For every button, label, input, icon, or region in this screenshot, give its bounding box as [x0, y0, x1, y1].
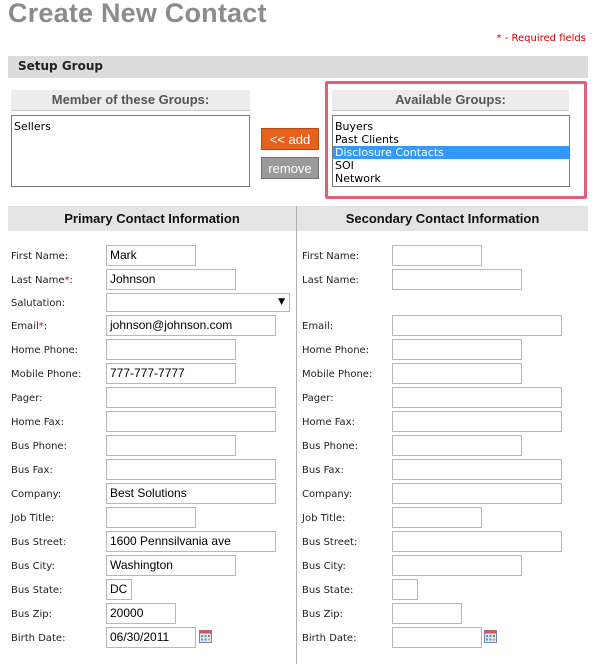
secondary-home-fax-label: Home Fax:	[302, 417, 355, 428]
page-title: Create New Contact	[8, 0, 267, 28]
member-groups-list[interactable]: Sellers	[11, 115, 250, 187]
secondary-job-title-input[interactable]	[392, 507, 482, 528]
available-groups-heading: Available Groups:	[332, 90, 569, 111]
available-group-item[interactable]: Network	[333, 172, 569, 185]
primary-bus-state-label: Bus State:	[11, 585, 63, 596]
primary-email-input[interactable]: johnson@johnson.com	[106, 315, 276, 336]
available-group-item-selected[interactable]: Disclosure Contacts	[333, 146, 569, 159]
column-divider	[296, 206, 297, 664]
primary-last-name-label-text: Last Name	[11, 275, 65, 286]
primary-bus-zip-label: Bus Zip:	[11, 609, 52, 620]
primary-company-input[interactable]: Best Solutions	[106, 483, 276, 504]
calendar-icon[interactable]	[199, 630, 212, 643]
primary-bus-zip-input[interactable]: 20000	[106, 603, 176, 624]
primary-last-name-input[interactable]: Johnson	[106, 269, 236, 290]
secondary-last-name-input[interactable]	[392, 269, 522, 290]
secondary-bus-state-input[interactable]	[392, 579, 418, 600]
member-group-item[interactable]: Sellers	[12, 120, 249, 133]
primary-home-phone-input[interactable]	[106, 339, 236, 360]
secondary-bus-zip-label: Bus Zip:	[302, 609, 343, 620]
secondary-bus-street-label: Bus Street:	[302, 537, 358, 548]
required-star: *	[38, 321, 44, 332]
secondary-bus-phone-input[interactable]	[392, 435, 522, 456]
secondary-first-name-input[interactable]	[392, 245, 482, 266]
primary-bus-fax-label: Bus Fax:	[11, 465, 53, 476]
primary-bus-fax-input[interactable]	[106, 459, 276, 480]
secondary-bus-street-input[interactable]	[392, 531, 562, 552]
available-group-item[interactable]: SOI	[333, 159, 569, 172]
available-group-item[interactable]: Buyers	[333, 120, 569, 133]
secondary-mobile-phone-label: Mobile Phone:	[302, 369, 373, 380]
secondary-last-name-label: Last Name:	[302, 275, 359, 286]
secondary-pager-input[interactable]	[392, 387, 562, 408]
primary-bus-city-label: Bus City:	[11, 561, 55, 572]
primary-last-name-label: Last Name*:	[11, 275, 73, 286]
available-groups-list[interactable]: Buyers Past Clients Disclosure Contacts …	[332, 115, 570, 187]
secondary-bus-fax-input[interactable]	[392, 459, 562, 480]
secondary-contact-heading: Secondary Contact Information	[297, 206, 588, 231]
remove-group-button[interactable]: remove	[261, 157, 319, 179]
primary-pager-input[interactable]	[106, 387, 276, 408]
primary-home-fax-input[interactable]	[106, 411, 276, 432]
secondary-home-fax-input[interactable]	[392, 411, 562, 432]
secondary-email-input[interactable]	[392, 315, 562, 336]
secondary-bus-city-label: Bus City:	[302, 561, 346, 572]
primary-company-label: Company:	[11, 489, 62, 500]
primary-bus-city-input[interactable]: Washington	[106, 555, 236, 576]
required-fields-note: * - Required fields	[496, 33, 586, 44]
secondary-mobile-phone-input[interactable]	[392, 363, 522, 384]
primary-first-name-input[interactable]: Mark	[106, 245, 196, 266]
add-group-button[interactable]: << add	[261, 128, 319, 150]
secondary-bus-zip-input[interactable]	[392, 603, 462, 624]
secondary-first-name-label: First Name:	[302, 251, 360, 262]
primary-salutation-label: Salutation:	[11, 298, 66, 309]
setup-group-heading: Setup Group	[18, 59, 103, 73]
secondary-email-label: Email:	[302, 321, 334, 332]
primary-email-label-text: Email	[11, 321, 39, 332]
secondary-company-input[interactable]	[392, 483, 562, 504]
secondary-bus-fax-label: Bus Fax:	[302, 465, 344, 476]
primary-home-phone-label: Home Phone:	[11, 345, 79, 356]
primary-job-title-label: Job Title:	[11, 513, 55, 524]
primary-birth-date-label: Birth Date:	[11, 633, 66, 644]
primary-bus-street-input[interactable]: 1600 Pennsilvania ave	[106, 531, 276, 552]
required-star: *	[64, 275, 70, 286]
secondary-company-label: Company:	[302, 489, 353, 500]
primary-job-title-input[interactable]	[106, 507, 196, 528]
primary-home-fax-label: Home Fax:	[11, 417, 64, 428]
primary-email-label: Email*:	[11, 321, 48, 332]
setup-group-bar: Setup Group	[8, 56, 588, 78]
secondary-bus-state-label: Bus State:	[302, 585, 354, 596]
primary-bus-street-label: Bus Street:	[11, 537, 67, 548]
secondary-job-title-label: Job Title:	[302, 513, 346, 524]
secondary-home-phone-label: Home Phone:	[302, 345, 370, 356]
primary-mobile-phone-label: Mobile Phone:	[11, 369, 82, 380]
secondary-birth-date-input[interactable]	[392, 627, 482, 648]
primary-first-name-label: First Name:	[11, 251, 69, 262]
member-groups-heading: Member of these Groups:	[11, 90, 250, 111]
primary-birth-date-input[interactable]: 06/30/2011	[106, 627, 196, 648]
available-group-item[interactable]: Past Clients	[333, 133, 569, 146]
secondary-home-phone-input[interactable]	[392, 339, 522, 360]
secondary-pager-label: Pager:	[302, 393, 334, 404]
primary-pager-label: Pager:	[11, 393, 43, 404]
chevron-down-icon: ▼	[278, 297, 285, 307]
secondary-bus-city-input[interactable]	[392, 555, 522, 576]
primary-bus-state-input[interactable]: DC	[106, 579, 132, 600]
primary-salutation-select[interactable]: ▼	[106, 293, 290, 312]
primary-contact-heading: Primary Contact Information	[8, 206, 296, 231]
primary-bus-phone-label: Bus Phone:	[11, 441, 67, 452]
secondary-bus-phone-label: Bus Phone:	[302, 441, 358, 452]
primary-mobile-phone-input[interactable]: 777-777-7777	[106, 363, 236, 384]
calendar-icon[interactable]	[484, 630, 497, 643]
secondary-birth-date-label: Birth Date:	[302, 633, 357, 644]
primary-bus-phone-input[interactable]	[106, 435, 236, 456]
